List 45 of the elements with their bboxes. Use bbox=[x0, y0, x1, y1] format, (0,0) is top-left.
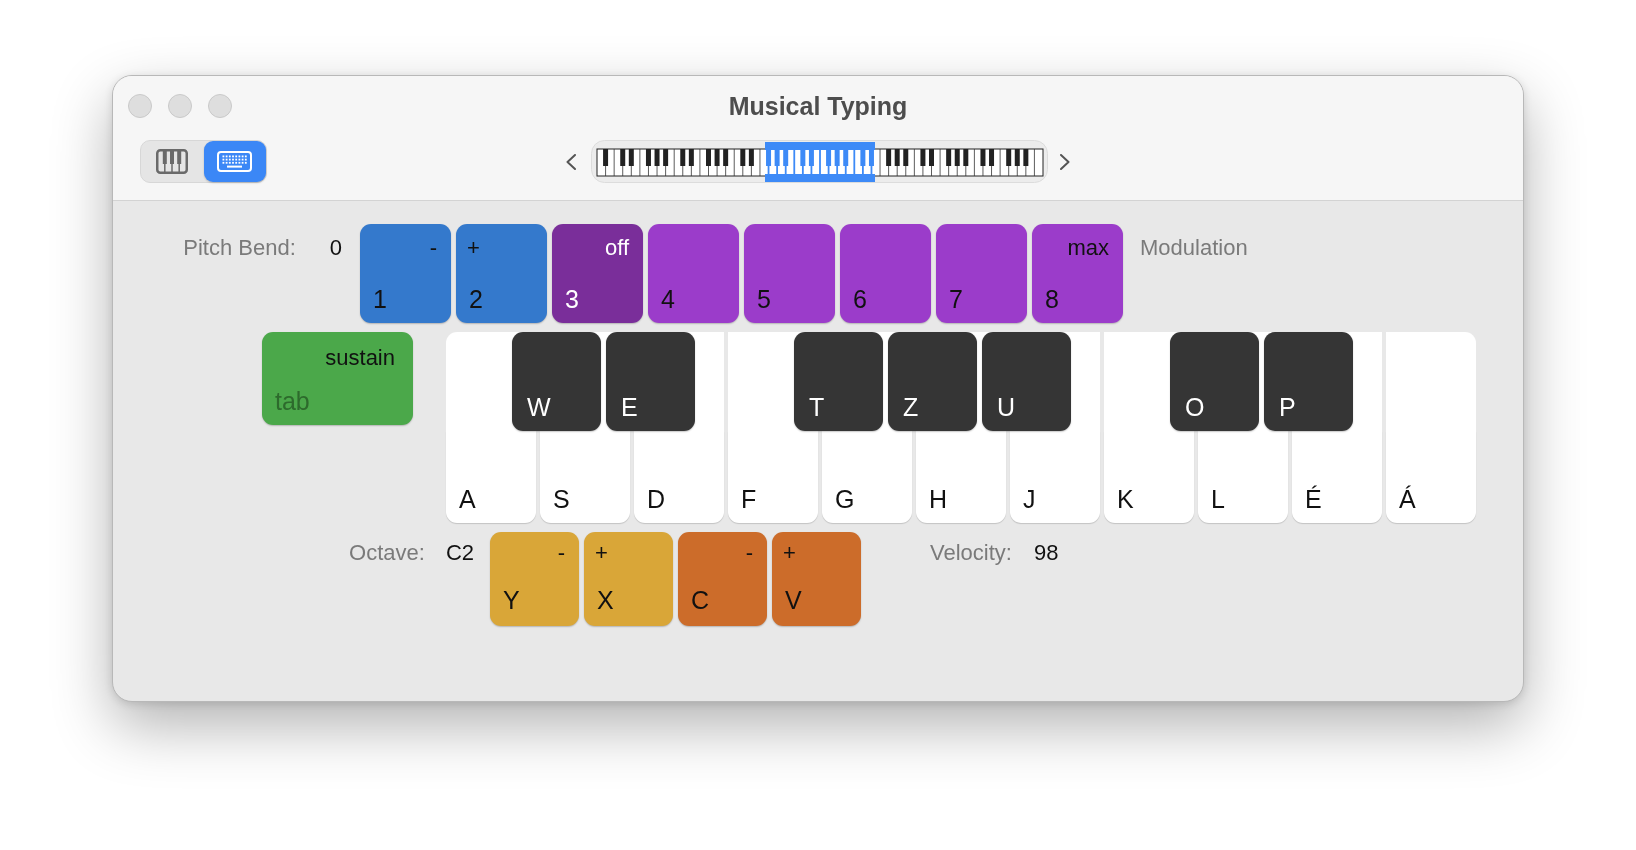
modulation-label: Modulation bbox=[1140, 235, 1248, 261]
pitch-bend-value: 0 bbox=[329, 235, 342, 261]
sustain-key[interactable]: sustain tab bbox=[262, 332, 413, 425]
piano-key[interactable]: U bbox=[982, 332, 1071, 431]
pitch-bend-key[interactable]: - 1 bbox=[360, 224, 451, 323]
piano-icon bbox=[156, 149, 189, 174]
velocity-value: 98 bbox=[1033, 540, 1059, 566]
piano-key[interactable]: Á bbox=[1386, 431, 1476, 523]
pitch-bend-key[interactable]: + 2 bbox=[456, 224, 547, 323]
piano-key[interactable]: J bbox=[1010, 431, 1100, 523]
piano-key[interactable]: E bbox=[606, 332, 695, 431]
piano-key[interactable]: O bbox=[1170, 332, 1259, 431]
pitch-bend-label: Pitch Bend: bbox=[183, 235, 296, 261]
keyboard-view-button[interactable] bbox=[203, 141, 266, 182]
velocity-label: Velocity: bbox=[930, 540, 1012, 566]
modulation-key[interactable]: 7 bbox=[936, 224, 1027, 323]
chevron-right-icon[interactable] bbox=[1060, 153, 1070, 170]
piano-key[interactable]: É bbox=[1292, 431, 1382, 523]
modulation-key[interactable]: off 3 bbox=[552, 224, 643, 323]
piano-key[interactable]: P bbox=[1264, 332, 1353, 431]
piano-key[interactable]: D bbox=[634, 431, 724, 523]
piano-key[interactable]: K bbox=[1104, 431, 1194, 523]
piano-range-selector[interactable] bbox=[591, 140, 1048, 183]
piano-key[interactable]: A bbox=[446, 431, 536, 523]
window-title: Musical Typing bbox=[728, 92, 908, 120]
octave-label: Octave: bbox=[349, 540, 425, 566]
piano-key[interactable]: G bbox=[822, 431, 912, 523]
piano-key[interactable]: W bbox=[512, 332, 601, 431]
modulation-key[interactable]: max 8 bbox=[1032, 224, 1123, 323]
octave-key[interactable]: - Y bbox=[490, 532, 579, 626]
octave-value: C2 bbox=[445, 540, 474, 566]
modulation-key[interactable]: 4 bbox=[648, 224, 739, 323]
piano-key[interactable]: Z bbox=[888, 332, 977, 431]
octave-key[interactable]: + X bbox=[584, 532, 673, 626]
piano-key[interactable]: L bbox=[1198, 431, 1288, 523]
piano-key[interactable]: F bbox=[728, 431, 818, 523]
velocity-key[interactable]: + V bbox=[772, 532, 861, 626]
piano-key[interactable]: T bbox=[794, 332, 883, 431]
modulation-key[interactable]: 6 bbox=[840, 224, 931, 323]
keyboard-icon bbox=[217, 151, 253, 172]
chevron-left-icon[interactable] bbox=[566, 153, 576, 170]
modulation-key[interactable]: 5 bbox=[744, 224, 835, 323]
velocity-key[interactable]: - C bbox=[678, 532, 767, 626]
piano-key[interactable]: S bbox=[540, 431, 630, 523]
piano-key[interactable]: H bbox=[916, 431, 1006, 523]
